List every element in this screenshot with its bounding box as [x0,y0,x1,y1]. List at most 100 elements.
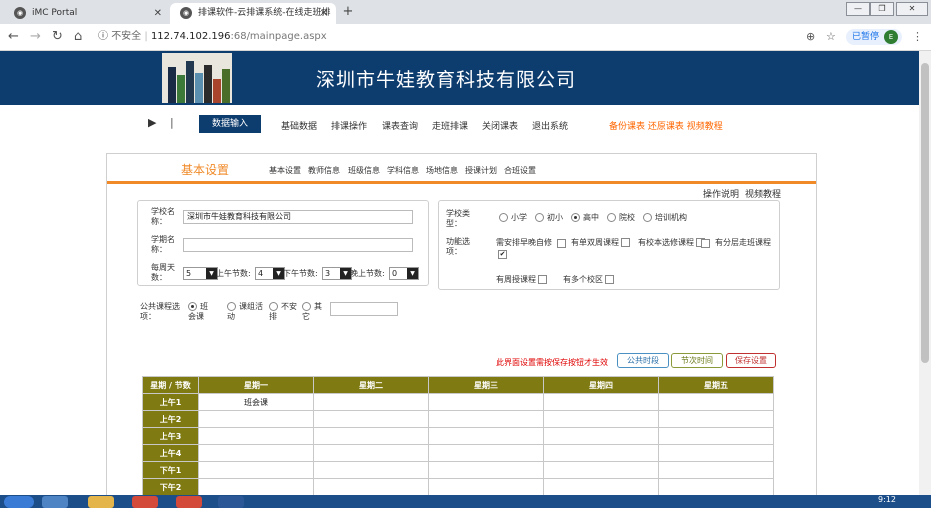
tab-scheduling[interactable]: ◉ 排课软件-云排课系统-在线走班排 ✕ [170,3,336,24]
close-icon[interactable]: ✕ [154,3,162,24]
reload-icon[interactable]: ↻ [52,29,63,44]
common-group-activity[interactable]: 课组活动 [227,302,263,322]
timetable-cell[interactable] [428,393,544,411]
menu-exit[interactable]: 退出系统 [532,119,568,132]
chrome-icon[interactable] [132,496,158,508]
timetable-cell[interactable] [658,478,774,495]
subnav-venue[interactable]: 场地信息 [426,165,458,176]
timetable-cell[interactable] [428,444,544,462]
start-button[interactable] [4,496,34,508]
subnav-merge-class[interactable]: 合班设置 [504,165,536,176]
new-tab-button[interactable]: + [340,4,356,20]
menu-scheduling[interactable]: 排课操作 [331,119,367,132]
timetable-cell[interactable] [198,410,314,428]
school-type-primary[interactable]: 小学 [499,213,527,223]
word-icon[interactable] [218,496,244,508]
func-tiered-rotation[interactable]: 有分层走班课程 [715,238,775,248]
timetable-cell[interactable] [543,478,659,495]
school-name-input[interactable]: 深圳市牛娃教育科技有限公司 [183,210,413,224]
days-select[interactable]: 5 ▼ [183,267,218,280]
forward-icon[interactable]: → [30,29,41,44]
timetable-cell[interactable] [428,427,544,445]
subnav-teaching-plan[interactable]: 授课计划 [465,165,497,176]
menu-backup-links[interactable]: 备份课表 还原课表 视频教程 [609,119,723,132]
page-scrollbar[interactable] [919,51,931,495]
timetable-cell[interactable] [313,461,429,479]
timetable-cell[interactable] [198,461,314,479]
checkbox-checked-icon[interactable]: ✔ [498,250,507,259]
timetable-cell[interactable] [313,444,429,462]
address-bar[interactable]: ⓘ 不安全 | 112.74.102.196:68/mainpage.aspx [98,28,838,46]
common-none[interactable]: 不安排 [269,302,297,322]
public-slot-button[interactable]: 公共时段 [617,353,669,368]
common-other[interactable]: 其它 [302,302,326,322]
checkbox-icon[interactable] [557,239,566,248]
func-self-study[interactable]: 需安排早晚自修 [496,238,552,248]
timetable-cell[interactable] [543,393,659,411]
timetable-cell[interactable] [428,410,544,428]
close-icon[interactable]: ✕ [320,3,328,24]
folder-icon[interactable] [88,496,114,508]
school-type-high[interactable]: 高中 [571,213,599,223]
sync-paused-button[interactable]: 已暂停 E [846,29,902,45]
school-type-college[interactable]: 院校 [607,213,635,223]
timetable-cell[interactable] [543,427,659,445]
timetable-cell[interactable] [198,427,314,445]
period-time-button[interactable]: 节次时间 [671,353,723,368]
school-type-training[interactable]: 培训机构 [643,213,687,223]
window-close-button[interactable]: ✕ [896,2,928,16]
timetable-cell[interactable] [658,444,774,462]
timetable-cell[interactable] [313,410,429,428]
term-name-input[interactable] [183,238,413,252]
timetable-cell[interactable] [658,461,774,479]
home-icon[interactable]: ⌂ [74,29,82,44]
tab-imc-portal[interactable]: ◉ iMC Portal ✕ [4,3,170,24]
pm-select[interactable]: 3 ▼ [322,267,352,280]
menu-class-rotation[interactable]: 走班排课 [432,119,468,132]
maximize-button[interactable]: ❐ [870,2,894,16]
star-icon[interactable]: ☆ [826,30,836,43]
subnav-subject[interactable]: 学科信息 [387,165,419,176]
common-other-input[interactable] [330,302,398,316]
func-multi-campus[interactable]: 有多个校区 [563,275,614,285]
timetable-cell[interactable] [658,427,774,445]
ie-icon[interactable] [42,496,68,508]
timetable-cell[interactable] [658,410,774,428]
menu-toggle-icon[interactable]: ▶ [148,116,156,129]
func-odd-even-week[interactable]: 有单双周课程 [571,238,630,248]
menu-basic-data[interactable]: 基础数据 [281,119,317,132]
timetable-cell[interactable] [428,461,544,479]
timetable-cell[interactable] [543,461,659,479]
common-class-meeting[interactable]: 班会课 [188,302,214,322]
back-icon[interactable]: ← [8,29,19,44]
save-settings-button[interactable]: 保存设置 [726,353,776,368]
func-school-elective[interactable]: 有校本选修课程 [638,238,705,248]
am-select[interactable]: 4 ▼ [255,267,285,280]
timetable-cell[interactable] [198,478,314,495]
timetable-cell[interactable] [543,444,659,462]
timetable-cell[interactable] [658,393,774,411]
timetable-cell[interactable] [428,478,544,495]
timetable-cell[interactable] [198,444,314,462]
school-type-junior[interactable]: 初小 [535,213,563,223]
menu-close-timetable[interactable]: 关闭课表 [482,119,518,132]
timetable-cell[interactable]: 班会课 [198,393,314,411]
chrome-icon[interactable] [176,496,202,508]
timetable-cell[interactable] [313,393,429,411]
scroll-thumb[interactable] [921,63,929,363]
eve-select[interactable]: 0 ▼ [389,267,419,280]
menu-data-input[interactable]: 数据输入 [199,115,261,133]
help-link[interactable]: 操作说明 [703,187,739,200]
subnav-teacher[interactable]: 教师信息 [308,165,340,176]
menu-kebab-icon[interactable]: ⋮ [912,30,923,43]
minimize-button[interactable]: — [846,2,870,16]
timetable-cell[interactable] [543,410,659,428]
video-link[interactable]: 视频教程 [745,187,781,200]
func-weekly-course[interactable]: 有周授课程 [496,275,547,285]
timetable-cell[interactable] [313,427,429,445]
menu-timetable-query[interactable]: 课表查询 [382,119,418,132]
timetable-cell[interactable] [313,478,429,495]
checkbox-icon[interactable] [701,239,710,248]
subnav-basic[interactable]: 基本设置 [269,165,301,176]
zoom-icon[interactable]: ⊕ [806,30,815,43]
